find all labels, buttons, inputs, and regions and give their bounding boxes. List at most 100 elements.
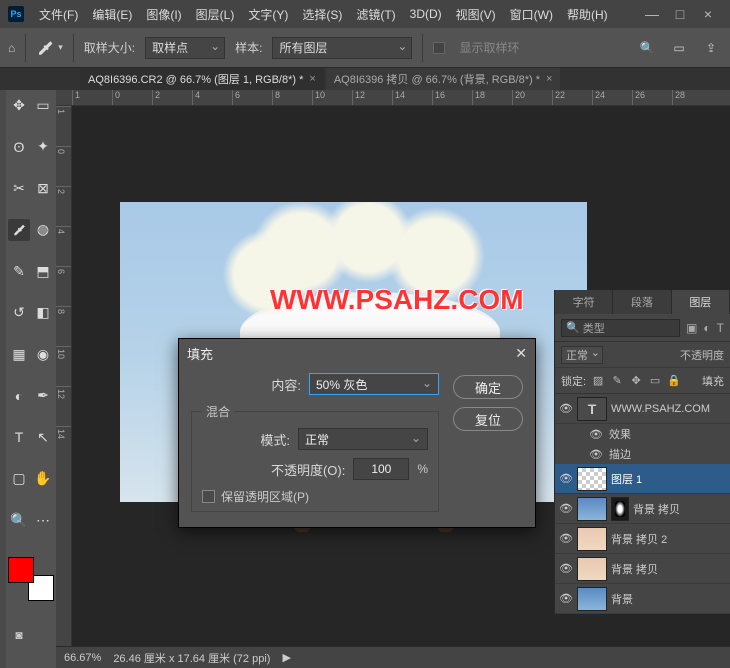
filter-image-icon[interactable]: ▣	[686, 321, 697, 335]
opacity-input[interactable]: 100	[353, 458, 409, 480]
crop-tool[interactable]: ✂	[8, 177, 30, 199]
mode-select[interactable]: 正常	[298, 428, 428, 450]
menu-edit[interactable]: 编辑(E)	[85, 6, 139, 23]
tab-layers[interactable]: 图层	[672, 290, 730, 314]
dialog-close[interactable]: ✕	[515, 345, 527, 362]
opacity-label-panel: 不透明度	[680, 347, 724, 363]
blend-mode-select[interactable]: 正常	[561, 346, 603, 364]
layer-thumb	[577, 587, 607, 611]
layer-name[interactable]: WWW.PSAHZ.COM	[611, 403, 726, 415]
layer-name[interactable]: 背景	[611, 591, 726, 607]
menu-help[interactable]: 帮助(H)	[560, 6, 615, 23]
tab-paragraph[interactable]: 段落	[613, 290, 671, 314]
edit-toolbar[interactable]: ⋯	[32, 509, 54, 531]
brush-tool[interactable]: ✎	[8, 260, 30, 282]
lock-position-icon[interactable]: ✎	[610, 374, 624, 387]
frame-tool[interactable]: ⊠	[32, 177, 54, 199]
reset-button[interactable]: 复位	[453, 407, 523, 431]
fg-color-swatch[interactable]	[8, 557, 34, 583]
home-icon[interactable]: ⌂	[8, 41, 15, 55]
marquee-tool[interactable]: ▭	[32, 94, 54, 116]
layer-bg-copy2[interactable]: 👁 背景 拷贝 2	[555, 524, 730, 554]
quick-mask-icon[interactable]: ◙	[8, 624, 30, 646]
sample-size-select[interactable]: 取样点	[145, 37, 225, 59]
ok-button[interactable]: 确定	[453, 375, 523, 399]
workspace-icon[interactable]: ▭	[668, 37, 690, 59]
visibility-icon[interactable]: 👁	[589, 428, 603, 441]
eyedropper-tool[interactable]	[8, 219, 30, 241]
shape-tool[interactable]: ▢	[8, 468, 30, 490]
blur-tool[interactable]: ◉	[32, 343, 54, 365]
lasso-tool[interactable]: ʘ	[8, 136, 30, 158]
color-swatches[interactable]	[8, 557, 54, 601]
gradient-tool[interactable]: ▦	[8, 343, 30, 365]
menu-window[interactable]: 窗口(W)	[503, 6, 560, 23]
visibility-icon[interactable]: 👁	[559, 502, 573, 515]
doc-tab-1-label: AQ8I6396.CR2 @ 66.7% (图层 1, RGB/8*) *	[88, 71, 303, 87]
status-arrow[interactable]: ▶	[282, 651, 290, 664]
visibility-icon[interactable]: 👁	[559, 592, 573, 605]
menu-3d[interactable]: 3D(D)	[403, 7, 449, 21]
layer-text[interactable]: 👁 T WWW.PSAHZ.COM	[555, 394, 730, 424]
show-ring-check[interactable]	[433, 42, 445, 54]
visibility-icon[interactable]: 👁	[559, 562, 573, 575]
layer-bg[interactable]: 👁 背景	[555, 584, 730, 614]
hand-tool[interactable]: ✋	[32, 468, 54, 490]
preserve-transparency-check[interactable]	[202, 490, 215, 503]
search-icon[interactable]: 🔍	[636, 37, 658, 59]
layer-bg-copy[interactable]: 👁 背景 拷贝	[555, 554, 730, 584]
type-tool[interactable]: T	[8, 426, 30, 448]
eyedropper-icon[interactable]: ▾	[36, 39, 63, 57]
menu-view[interactable]: 视图(V)	[449, 6, 503, 23]
visibility-icon[interactable]: 👁	[589, 448, 603, 461]
layer-filter-kind[interactable]: 🔍 类型	[561, 319, 680, 337]
heal-tool[interactable]: ◍	[32, 219, 54, 241]
pen-tool[interactable]: ✒	[32, 385, 54, 407]
lock-artboard-icon[interactable]: ✥	[629, 374, 643, 387]
menu-type[interactable]: 文字(Y)	[241, 6, 295, 23]
tab-character[interactable]: 字符	[555, 290, 613, 314]
layer-fx-stroke[interactable]: 👁 描边	[555, 444, 730, 464]
layer-1[interactable]: 👁 图层 1	[555, 464, 730, 494]
window-maximize[interactable]: □	[666, 6, 694, 22]
doc-tab-2[interactable]: AQ8I6396 拷贝 @ 66.7% (背景, RGB/8*) * ×	[326, 68, 561, 90]
layer-name[interactable]: 图层 1	[611, 471, 726, 487]
zoom-tool[interactable]: 🔍	[8, 509, 30, 531]
history-brush-tool[interactable]: ↺	[8, 302, 30, 324]
menu-layer[interactable]: 图层(L)	[189, 6, 242, 23]
menu-select[interactable]: 选择(S)	[295, 6, 349, 23]
doc-tab-2-close[interactable]: ×	[546, 73, 552, 85]
visibility-icon[interactable]: 👁	[559, 532, 573, 545]
window-close[interactable]: ×	[694, 6, 722, 22]
lock-pixels-icon[interactable]: ▨	[591, 374, 605, 387]
menu-filter[interactable]: 滤镜(T)	[349, 6, 402, 23]
stamp-tool[interactable]: ⬒	[32, 260, 54, 282]
content-select[interactable]: 50% 灰色	[309, 373, 439, 395]
layer-name[interactable]: 背景 拷贝	[633, 501, 726, 517]
show-ring-label: 显示取样环	[459, 39, 519, 56]
dodge-tool[interactable]: ◐	[8, 385, 30, 407]
share-icon[interactable]: ⇪	[700, 37, 722, 59]
lock-nest-icon[interactable]: ▭	[648, 374, 662, 387]
visibility-icon[interactable]: 👁	[559, 402, 573, 415]
menu-file[interactable]: 文件(F)	[32, 6, 85, 23]
layer-mask[interactable]	[611, 497, 629, 521]
lock-all-icon[interactable]: 🔒	[667, 374, 681, 387]
layer-name[interactable]: 背景 拷贝 2	[611, 531, 726, 547]
visibility-icon[interactable]: 👁	[559, 472, 573, 485]
doc-tab-1-close[interactable]: ×	[309, 73, 315, 85]
filter-type-icon[interactable]: T	[717, 321, 724, 335]
move-tool[interactable]: ✥	[8, 94, 30, 116]
layer-bg-copy3[interactable]: 👁 背景 拷贝	[555, 494, 730, 524]
path-tool[interactable]: ↖	[32, 426, 54, 448]
menu-image[interactable]: 图像(I)	[139, 6, 188, 23]
layer-name[interactable]: 背景 拷贝	[611, 561, 726, 577]
filter-adjust-icon[interactable]: ◐	[703, 321, 710, 335]
sample-select[interactable]: 所有图层	[272, 37, 412, 59]
doc-tab-1[interactable]: AQ8I6396.CR2 @ 66.7% (图层 1, RGB/8*) * ×	[80, 68, 324, 90]
layer-fx[interactable]: 👁 效果	[555, 424, 730, 444]
zoom-value[interactable]: 66.67%	[64, 652, 101, 664]
wand-tool[interactable]: ✦	[32, 136, 54, 158]
window-minimize[interactable]: —	[638, 6, 666, 22]
eraser-tool[interactable]: ◧	[32, 302, 54, 324]
